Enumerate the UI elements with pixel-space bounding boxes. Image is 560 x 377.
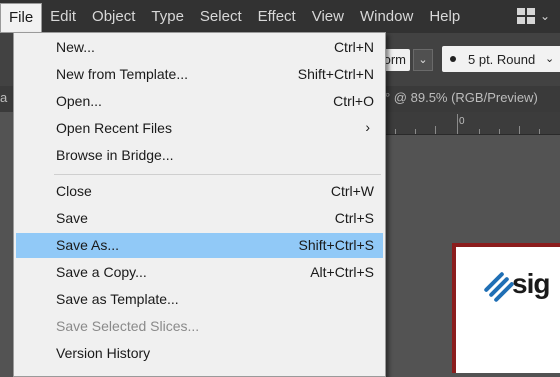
menu-item-close[interactable]: Close Ctrl+W	[16, 179, 383, 204]
menu-item-label: Open Recent Files	[56, 120, 172, 136]
menu-item-label: New from Template...	[56, 66, 189, 82]
menu-item-shortcut: Alt+Ctrl+S	[310, 264, 374, 280]
brush-definition-field[interactable]: 5 pt. Round	[442, 46, 552, 72]
menu-separator	[54, 174, 381, 175]
document-tab-title[interactable]: ° @ 89.5% (RGB/Preview)	[385, 90, 538, 105]
menu-item-label: Save as Template...	[56, 291, 179, 307]
ruler-zero-label: 0	[459, 116, 465, 127]
menu-item-open-recent[interactable]: Open Recent Files ›	[16, 116, 383, 141]
menu-bar: File Edit Object Type Select Effect View…	[0, 0, 560, 33]
menu-item-save-selected-slices: Save Selected Slices...	[16, 314, 383, 339]
menu-type[interactable]: Type	[143, 0, 192, 33]
chevron-down-icon: ⌄	[539, 9, 550, 23]
menu-window[interactable]: Window	[352, 0, 421, 33]
menu-view[interactable]: View	[304, 0, 352, 33]
menu-item-label: Save Selected Slices...	[56, 318, 200, 334]
menu-item-shortcut: Ctrl+W	[330, 183, 374, 199]
menu-item-save-a-copy[interactable]: Save a Copy... Alt+Ctrl+S	[16, 260, 383, 285]
width-profile-dropdown[interactable]: ⌄	[413, 49, 433, 71]
menu-item-shortcut: Shift+Ctrl+N	[297, 66, 374, 82]
menu-item-version-history[interactable]: Version History	[16, 341, 383, 366]
menu-item-new-from-template[interactable]: New from Template... Shift+Ctrl+N	[16, 62, 383, 87]
workspace-grid-icon	[516, 8, 535, 24]
menu-help[interactable]: Help	[421, 0, 468, 33]
menu-item-save-as[interactable]: Save As... Shift+Ctrl+S	[16, 233, 383, 258]
menu-item-shortcut: Ctrl+N	[333, 39, 374, 55]
menu-item-label: New...	[56, 39, 95, 55]
brush-definition-label: 5 pt. Round	[468, 51, 536, 67]
menu-item-save[interactable]: Save Ctrl+S	[16, 206, 383, 231]
logo-mark-icon	[484, 272, 514, 302]
brush-dropdown-icon[interactable]: ⌄	[545, 46, 560, 72]
menu-item-label: Save	[56, 210, 88, 226]
menu-item-open[interactable]: Open... Ctrl+O	[16, 89, 383, 114]
workspace-switcher[interactable]: ⌄	[516, 8, 550, 24]
menu-effect[interactable]: Effect	[250, 0, 304, 33]
menu-item-label: Close	[56, 183, 92, 199]
file-menu-dropdown: New... Ctrl+N New from Template... Shift…	[13, 32, 386, 377]
submenu-arrow-icon: ›	[365, 119, 370, 135]
logo-text: sig	[512, 268, 550, 299]
menu-item-shortcut: Shift+Ctrl+S	[298, 237, 374, 253]
menu-item-save-as-template[interactable]: Save as Template...	[16, 287, 383, 312]
menu-object[interactable]: Object	[84, 0, 143, 33]
menu-item-shortcut: Ctrl+S	[334, 210, 374, 226]
menu-edit[interactable]: Edit	[42, 0, 84, 33]
menu-item-label: Browse in Bridge...	[56, 147, 174, 163]
menu-file[interactable]: File	[0, 2, 43, 33]
artboard[interactable]	[456, 247, 560, 373]
menu-item-browse-in-bridge[interactable]: Browse in Bridge...	[16, 143, 383, 168]
horizontal-ruler[interactable]: 0	[385, 112, 560, 135]
menu-item-shortcut: Ctrl+O	[333, 93, 374, 109]
brush-dot-icon	[450, 56, 456, 62]
menu-item-label: Version History	[56, 345, 151, 361]
menu-select[interactable]: Select	[192, 0, 250, 33]
menu-item-new[interactable]: New... Ctrl+N	[16, 35, 383, 60]
menu-item-label: Save a Copy...	[56, 264, 147, 280]
menu-item-label: Open...	[56, 93, 102, 109]
menu-item-label: Save As...	[56, 237, 120, 253]
document-tab-partial[interactable]: a	[0, 90, 7, 105]
